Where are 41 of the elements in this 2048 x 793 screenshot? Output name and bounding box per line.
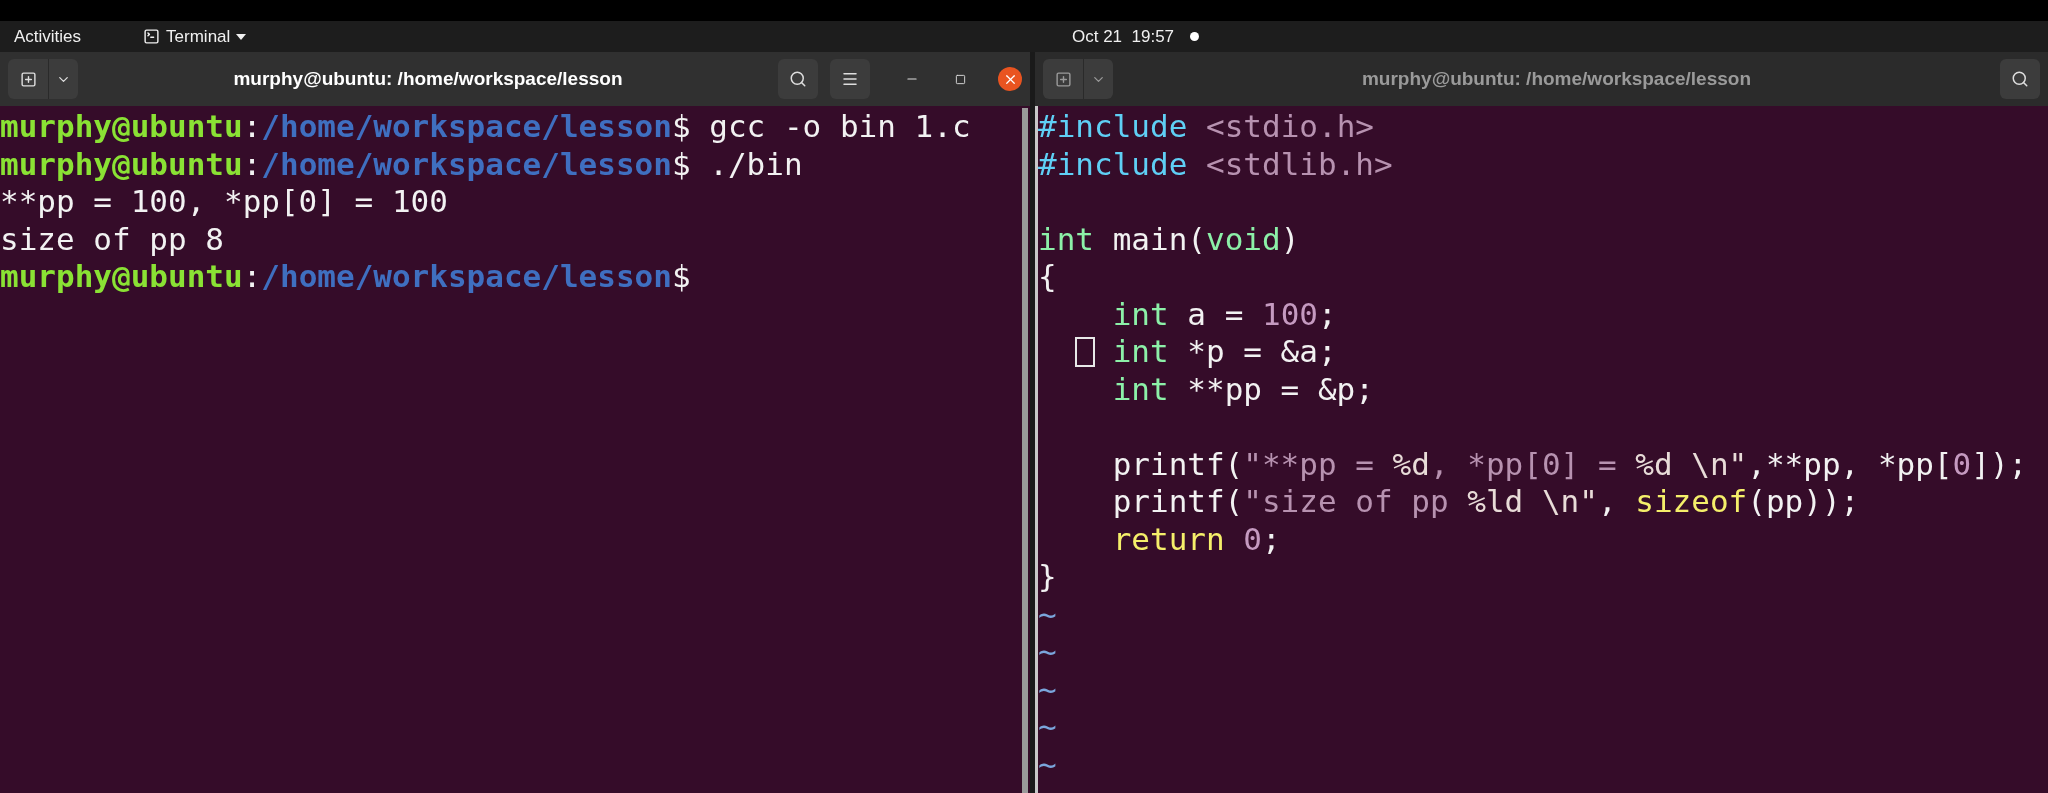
code-line: #include <stdlib.h> <box>1038 145 1393 183</box>
code-line: { <box>1038 258 1057 296</box>
search-button[interactable] <box>778 59 818 99</box>
code-line: #include <stdio.h> <box>1038 108 1374 146</box>
terminal-icon <box>143 28 161 45</box>
terminal-line: size of pp 8 <box>0 220 224 258</box>
new-tab-button[interactable] <box>8 59 48 99</box>
code-line: int main(void) <box>1038 220 1300 258</box>
scrollbar[interactable] <box>1022 108 1028 793</box>
new-tab-icon <box>19 70 37 88</box>
window-title: murphy@ubuntu: /home/workspace/lesson <box>1361 66 1752 91</box>
code-line: } <box>1038 558 1057 596</box>
activities-button[interactable]: Activities <box>14 23 82 50</box>
code-line: int a = 100; <box>1112 295 1337 333</box>
search-icon <box>2011 70 2029 88</box>
caret-icon <box>236 33 247 40</box>
code-line: printf("size of pp %ld \n", sizeof(pp)); <box>1112 483 1860 521</box>
code-line: printf("**pp = %d, *pp[0] = %d \n",**pp, *pp[0]); <box>1112 445 2028 483</box>
terminal-line: murphy@ubuntu:/home/workspace/lesson$ ./bin <box>0 145 803 183</box>
empty-line-marker: ~ <box>1038 633 1057 669</box>
menu-icon <box>841 70 859 88</box>
new-tab-icon <box>1054 70 1072 88</box>
empty-line-marker: ~ <box>1038 708 1057 744</box>
new-tab-button[interactable] <box>1043 59 1083 99</box>
empty-line-marker: ~ <box>1038 595 1057 632</box>
menu-button[interactable] <box>830 59 870 99</box>
clock-text[interactable]: Oct 21 19:57 <box>1072 23 1175 50</box>
maximize-icon <box>954 73 966 85</box>
window-title: murphy@ubuntu: /home/workspace/lesson <box>233 66 623 91</box>
code-line: int *p = &a; <box>1112 333 1337 371</box>
empty-line-marker: ~ <box>1038 745 1057 782</box>
empty-line-marker: ~ <box>1038 670 1057 707</box>
close-button[interactable] <box>998 67 1022 91</box>
terminal-line: **pp = 100, *pp[0] = 100 <box>0 183 448 221</box>
search-icon <box>789 70 807 88</box>
terminal-line: murphy@ubuntu:/home/workspace/lesson$ gcc -o bin 1.c <box>0 108 971 146</box>
code-line: int **pp = &p; <box>1112 370 1374 408</box>
app-menu-button[interactable]: Terminal <box>143 23 247 50</box>
terminal-line: murphy@ubuntu:/home/workspace/lesson$ <box>0 258 691 296</box>
search-button[interactable] <box>2000 59 2040 99</box>
code-line: return 0; <box>1112 520 1281 558</box>
